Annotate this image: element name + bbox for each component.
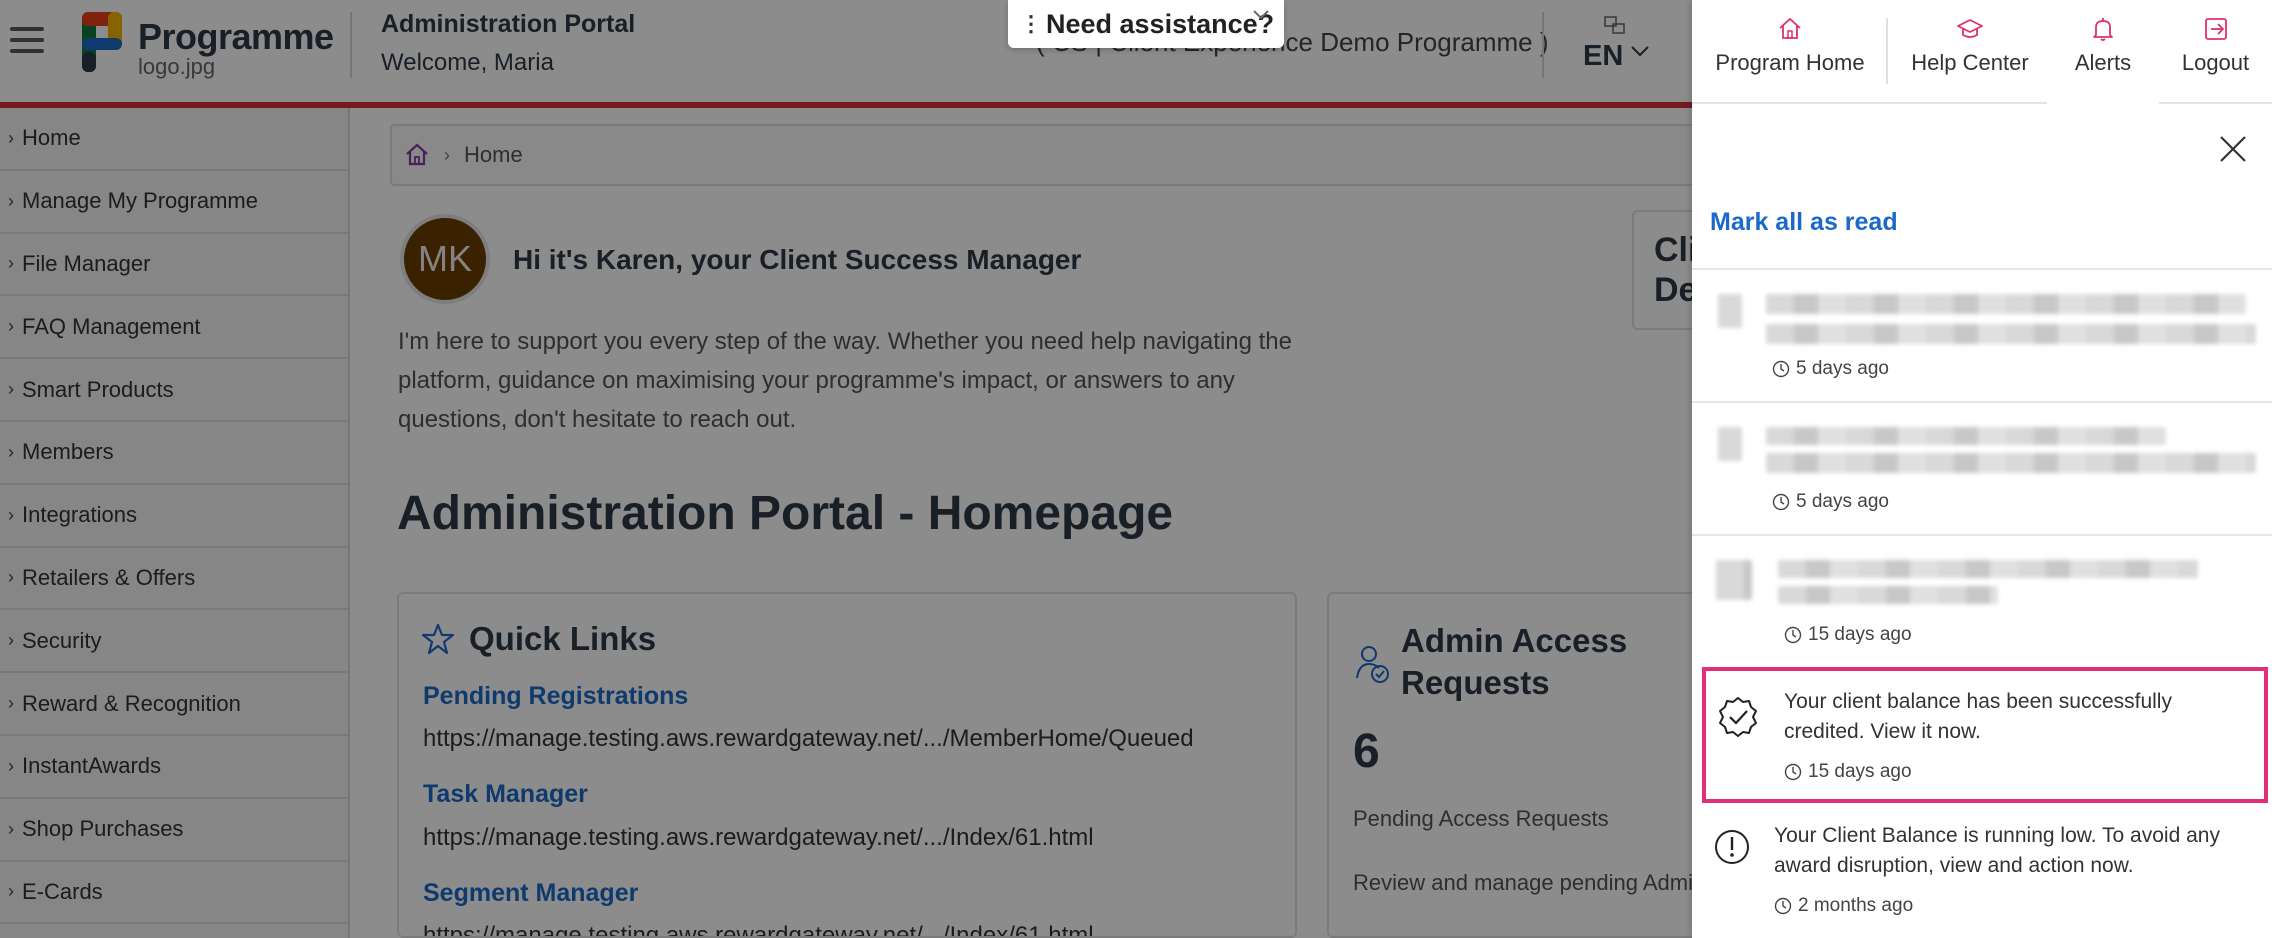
alert-message-redacted [1766, 294, 2246, 314]
chevron-down-icon[interactable] [1252, 8, 1270, 22]
alert-item[interactable]: 15 days ago [1692, 534, 2272, 667]
graduation-cap-icon [1957, 19, 1983, 38]
nav-label: Alerts [2074, 50, 2132, 75]
alert-time: 2 months ago [1774, 895, 1913, 917]
bell-icon [2093, 18, 2113, 41]
alert-time-label: 5 days ago [1796, 358, 1889, 379]
alert-time: 15 days ago [1784, 624, 1912, 646]
alert-message-redacted [1766, 427, 2166, 445]
alert-time: 5 days ago [1772, 491, 1889, 513]
clock-icon [1772, 360, 1790, 378]
nav-logout[interactable]: Logout [2159, 0, 2272, 104]
clock-icon [1772, 493, 1790, 511]
nav-label: Program Home [1715, 50, 1865, 75]
alert-time: 5 days ago [1772, 358, 1889, 380]
alert-item[interactable]: Your Client Balance is running low. To a… [1692, 803, 2272, 936]
clock-icon [1784, 763, 1802, 781]
alert-icon [1718, 294, 1742, 328]
home-icon [1779, 17, 1801, 39]
verified-badge-icon [1719, 697, 1757, 737]
close-icon[interactable] [2218, 134, 2248, 164]
alert-icon [1716, 560, 1752, 600]
panel-nav: Program Home Help Center Alerts Logout [1692, 0, 2272, 106]
modal-overlay[interactable] [0, 0, 1692, 938]
need-assistance-label: Need assistance? [1046, 8, 1275, 39]
alert-time-label: 5 days ago [1796, 491, 1889, 512]
alert-time-label: 15 days ago [1808, 761, 1912, 782]
alerts-panel: Program Home Help Center Alerts Logout M… [1692, 0, 2272, 938]
clock-icon [1774, 897, 1792, 915]
alert-message-redacted [1766, 324, 2256, 344]
nav-label: Help Center [1911, 50, 2029, 75]
need-assistance-widget[interactable]: ⋮ Need assistance? [1008, 0, 1284, 48]
alert-message-redacted [1778, 586, 1998, 604]
alert-message-redacted [1766, 453, 2256, 473]
alert-icon [1718, 427, 1742, 461]
alert-message: Your client balance has been successfull… [1784, 690, 2172, 743]
alert-time-label: 15 days ago [1808, 624, 1912, 645]
nav-label: Logout [2181, 50, 2250, 75]
nav-help-center[interactable]: Help Center [1888, 0, 2052, 104]
alert-time: 15 days ago [1784, 761, 1912, 783]
alert-item[interactable]: 5 days ago [1692, 401, 2272, 534]
nav-program-home[interactable]: Program Home [1692, 0, 1888, 104]
alert-time-label: 2 months ago [1798, 895, 1914, 916]
mark-all-as-read-link[interactable]: Mark all as read [1710, 208, 1898, 237]
exclamation-circle-icon [1715, 830, 1749, 864]
alert-item[interactable]: 5 days ago [1692, 268, 2272, 401]
alerts-list: 5 days ago 5 days ago 15 days ago Your c… [1692, 268, 2272, 936]
logout-icon [2204, 18, 2227, 40]
nav-alerts[interactable]: Alerts [2047, 0, 2159, 106]
alert-message: Your Client Balance is running low. To a… [1774, 824, 2220, 877]
clock-icon [1784, 626, 1802, 644]
drag-handle-icon[interactable]: ⋮ [1020, 11, 1042, 37]
alert-item-highlighted[interactable]: Your client balance has been successfull… [1702, 667, 2268, 803]
alert-message-redacted [1778, 560, 2198, 578]
